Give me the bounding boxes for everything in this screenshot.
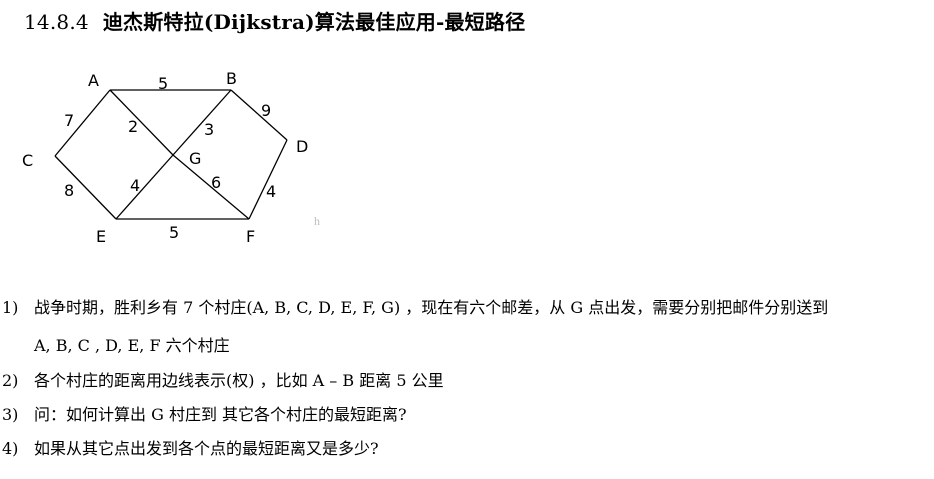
list-index: 2) bbox=[2, 371, 19, 390]
node-label-c: C bbox=[22, 151, 33, 170]
node-label-b: B bbox=[226, 69, 237, 88]
edge-weight-label: 9 bbox=[261, 101, 271, 120]
edge-weight-label: 7 bbox=[64, 111, 74, 130]
edge-b-d bbox=[230, 89, 288, 141]
node-label-a: A bbox=[88, 71, 99, 90]
list-text: 问：如何计算出 G 村庄到 其它各个村庄的最短距离? bbox=[34, 405, 407, 424]
node-label-g: G bbox=[189, 149, 201, 168]
section-number: 14.8.4 bbox=[24, 10, 89, 34]
edge-a-g bbox=[109, 89, 174, 156]
list-index: 3) bbox=[2, 405, 19, 424]
list-text: 如果从其它点出发到各个点的最短距离又是多少? bbox=[34, 439, 379, 458]
edge-weight-label: 5 bbox=[169, 223, 179, 242]
edge-d-f bbox=[248, 139, 288, 220]
node-label-d: D bbox=[296, 137, 308, 156]
edge-b-g bbox=[172, 89, 232, 156]
edge-e-g bbox=[115, 154, 174, 220]
edge-weight-label: 5 bbox=[158, 74, 168, 93]
list-text: 战争时期，胜利乡有 7 个村庄(A, B, C, D, E, F, G) ，现在… bbox=[34, 298, 829, 317]
list-index: 4) bbox=[2, 439, 19, 458]
graph-diagram: A B C D E F G 5 7 2 3 9 8 4 6 4 5 bbox=[22, 69, 308, 246]
watermark-text: h bbox=[314, 214, 320, 228]
section-title: 迪杰斯特拉(Dijkstra)算法最佳应用-最短路径 bbox=[102, 10, 526, 34]
edge-weight-label: 2 bbox=[128, 117, 138, 136]
node-label-f: F bbox=[246, 227, 255, 246]
edge-weight-label: 3 bbox=[204, 120, 214, 139]
edge-weight-label: 8 bbox=[64, 181, 74, 200]
edge-weight-label: 4 bbox=[130, 176, 140, 195]
node-label-e: E bbox=[96, 227, 106, 246]
section-heading: 14.8.4 迪杰斯特拉(Dijkstra)算法最佳应用-最短路径 bbox=[24, 6, 525, 35]
edge-weight-label: 6 bbox=[211, 173, 221, 192]
list-index: 1) bbox=[2, 298, 19, 317]
list-text: 各个村庄的距离用边线表示(权) ，比如 A – B 距离 5 公里 bbox=[34, 371, 444, 390]
edge-weight-label: 4 bbox=[266, 182, 276, 201]
list-text: A, B, C , D, E, F 六个村庄 bbox=[34, 336, 230, 355]
